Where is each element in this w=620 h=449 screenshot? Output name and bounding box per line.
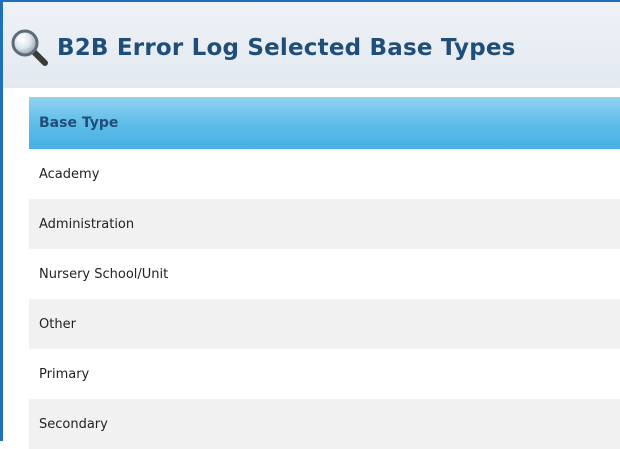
row-label: Administration — [39, 216, 135, 232]
row-label: Academy — [39, 166, 100, 182]
table-row[interactable]: Nursery School/Unit — [29, 249, 620, 299]
table-row[interactable]: Academy — [29, 149, 620, 199]
table-row[interactable]: Primary — [29, 349, 620, 399]
table-row[interactable]: Administration — [29, 199, 620, 249]
base-type-table: Base Type Academy Administration Nursery… — [29, 97, 620, 449]
row-label: Secondary — [39, 416, 108, 432]
row-label: Primary — [39, 366, 90, 382]
page-title: B2B Error Log Selected Base Types — [57, 35, 516, 61]
row-label: Nursery School/Unit — [39, 266, 169, 282]
table-row[interactable]: Other — [29, 299, 620, 349]
title-row: B2B Error Log Selected Base Types — [9, 26, 516, 70]
page-header: B2B Error Log Selected Base Types — [3, 2, 620, 88]
table-row[interactable]: Secondary — [29, 399, 620, 449]
table-header[interactable]: Base Type — [29, 97, 620, 149]
column-header-base-type[interactable]: Base Type — [39, 115, 118, 131]
search-icon — [9, 27, 51, 69]
row-label: Other — [39, 316, 76, 332]
